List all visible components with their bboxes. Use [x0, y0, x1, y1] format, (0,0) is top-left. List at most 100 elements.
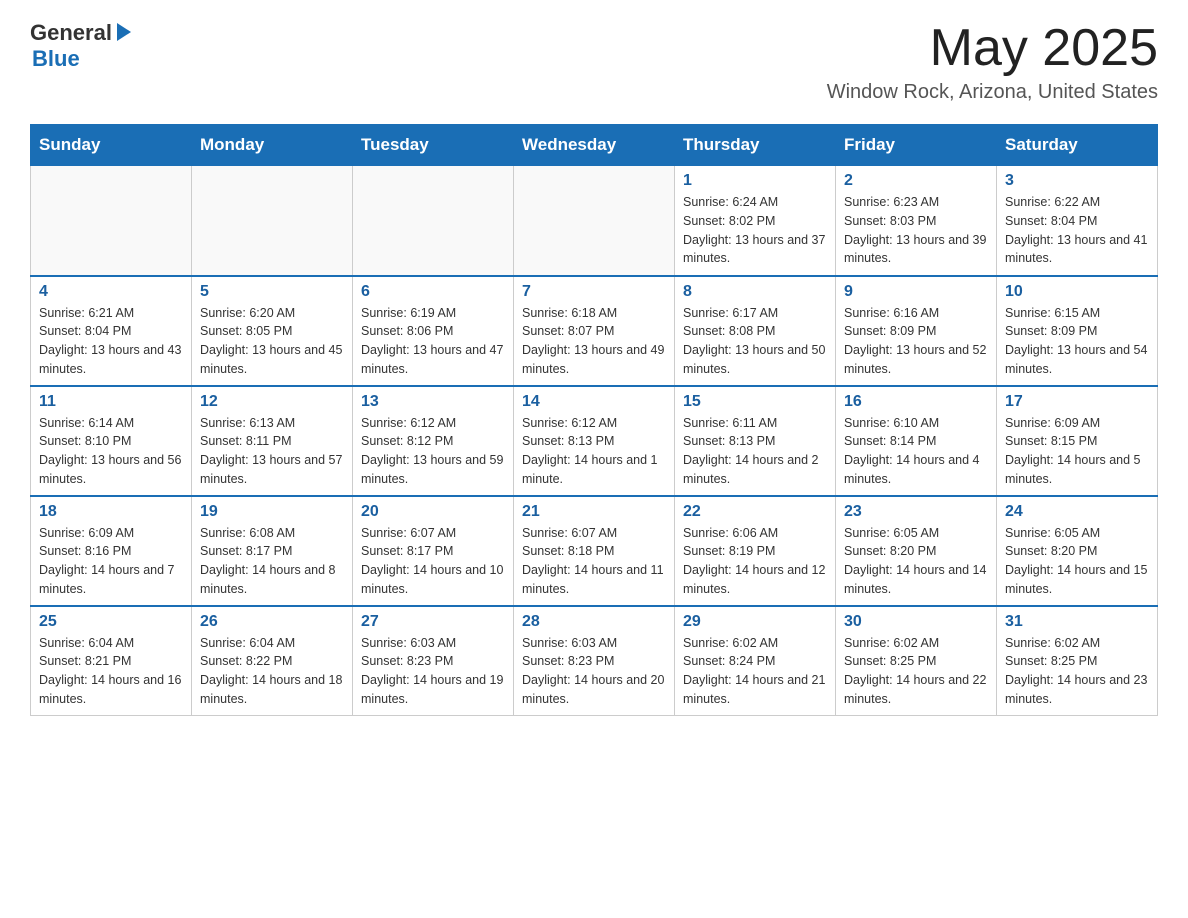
week-row-5: 25 Sunrise: 6:04 AMSunset: 8:21 PMDayligh…	[31, 606, 1158, 716]
calendar-cell: 18 Sunrise: 6:09 AMSunset: 8:16 PMDayligh…	[31, 496, 192, 606]
day-number: 16	[844, 393, 988, 411]
day-number: 6	[361, 283, 505, 301]
calendar-cell: 14 Sunrise: 6:12 AMSunset: 8:13 PMDayligh…	[514, 386, 675, 496]
day-info: Sunrise: 6:22 AMSunset: 8:04 PMDaylight:…	[1005, 193, 1149, 268]
day-info: Sunrise: 6:23 AMSunset: 8:03 PMDaylight:…	[844, 193, 988, 268]
day-info: Sunrise: 6:09 AMSunset: 8:15 PMDaylight:…	[1005, 414, 1149, 489]
weekday-header-row: SundayMondayTuesdayWednesdayThursdayFrid…	[31, 125, 1158, 166]
day-info: Sunrise: 6:04 AMSunset: 8:21 PMDaylight:…	[39, 634, 183, 709]
calendar-cell: 12 Sunrise: 6:13 AMSunset: 8:11 PMDayligh…	[192, 386, 353, 496]
calendar-subtitle: Window Rock, Arizona, United States	[827, 81, 1158, 104]
calendar-cell: 15Sunrise: 6:11 AMSunset: 8:13 PMDayligh…	[675, 386, 836, 496]
day-number: 12	[200, 393, 344, 411]
day-info: Sunrise: 6:07 AMSunset: 8:18 PMDaylight:…	[522, 524, 666, 599]
weekday-header-monday: Monday	[192, 125, 353, 166]
day-number: 5	[200, 283, 344, 301]
weekday-header-tuesday: Tuesday	[353, 125, 514, 166]
page-header: General Blue May 2025 Window Rock, Arizo…	[30, 20, 1158, 104]
calendar-cell	[192, 166, 353, 276]
day-info: Sunrise: 6:20 AMSunset: 8:05 PMDaylight:…	[200, 304, 344, 379]
day-number: 22	[683, 503, 827, 521]
day-number: 30	[844, 613, 988, 631]
week-row-4: 18 Sunrise: 6:09 AMSunset: 8:16 PMDayligh…	[31, 496, 1158, 606]
day-info: Sunrise: 6:09 AMSunset: 8:16 PMDaylight:…	[39, 524, 183, 599]
day-number: 24	[1005, 503, 1149, 521]
calendar-cell: 19 Sunrise: 6:08 AMSunset: 8:17 PMDayligh…	[192, 496, 353, 606]
calendar-cell: 11Sunrise: 6:14 AMSunset: 8:10 PMDayligh…	[31, 386, 192, 496]
title-section: May 2025 Window Rock, Arizona, United St…	[827, 20, 1158, 104]
day-number: 21	[522, 503, 666, 521]
day-info: Sunrise: 6:02 AMSunset: 8:25 PMDaylight:…	[1005, 634, 1149, 709]
day-info: Sunrise: 6:17 AMSunset: 8:08 PMDaylight:…	[683, 304, 827, 379]
day-number: 18	[39, 503, 183, 521]
day-number: 28	[522, 613, 666, 631]
calendar-cell: 27 Sunrise: 6:03 AMSunset: 8:23 PMDayligh…	[353, 606, 514, 716]
day-number: 3	[1005, 172, 1149, 190]
day-number: 7	[522, 283, 666, 301]
calendar-cell: 10Sunrise: 6:15 AMSunset: 8:09 PMDayligh…	[997, 276, 1158, 386]
day-number: 19	[200, 503, 344, 521]
day-number: 25	[39, 613, 183, 631]
calendar-cell: 3 Sunrise: 6:22 AMSunset: 8:04 PMDaylight…	[997, 166, 1158, 276]
calendar-cell	[514, 166, 675, 276]
day-info: Sunrise: 6:24 AMSunset: 8:02 PMDaylight:…	[683, 193, 827, 268]
day-info: Sunrise: 6:13 AMSunset: 8:11 PMDaylight:…	[200, 414, 344, 489]
calendar-cell: 8 Sunrise: 6:17 AMSunset: 8:08 PMDaylight…	[675, 276, 836, 386]
calendar-cell: 25 Sunrise: 6:04 AMSunset: 8:21 PMDayligh…	[31, 606, 192, 716]
calendar-cell: 13 Sunrise: 6:12 AMSunset: 8:12 PMDayligh…	[353, 386, 514, 496]
day-number: 31	[1005, 613, 1149, 631]
weekday-header-saturday: Saturday	[997, 125, 1158, 166]
calendar-cell: 28Sunrise: 6:03 AMSunset: 8:23 PMDayligh…	[514, 606, 675, 716]
weekday-header-thursday: Thursday	[675, 125, 836, 166]
calendar-cell: 1Sunrise: 6:24 AMSunset: 8:02 PMDaylight…	[675, 166, 836, 276]
day-number: 8	[683, 283, 827, 301]
calendar-cell	[353, 166, 514, 276]
calendar-cell: 22Sunrise: 6:06 AMSunset: 8:19 PMDayligh…	[675, 496, 836, 606]
weekday-header-friday: Friday	[836, 125, 997, 166]
day-info: Sunrise: 6:10 AMSunset: 8:14 PMDaylight:…	[844, 414, 988, 489]
calendar-cell: 7Sunrise: 6:18 AMSunset: 8:07 PMDaylight…	[514, 276, 675, 386]
day-number: 4	[39, 283, 183, 301]
day-info: Sunrise: 6:05 AMSunset: 8:20 PMDaylight:…	[1005, 524, 1149, 599]
calendar-cell: 17Sunrise: 6:09 AMSunset: 8:15 PMDayligh…	[997, 386, 1158, 496]
day-number: 26	[200, 613, 344, 631]
day-info: Sunrise: 6:16 AMSunset: 8:09 PMDaylight:…	[844, 304, 988, 379]
day-info: Sunrise: 6:12 AMSunset: 8:13 PMDaylight:…	[522, 414, 666, 489]
day-info: Sunrise: 6:12 AMSunset: 8:12 PMDaylight:…	[361, 414, 505, 489]
day-number: 23	[844, 503, 988, 521]
calendar-cell: 6 Sunrise: 6:19 AMSunset: 8:06 PMDaylight…	[353, 276, 514, 386]
calendar-cell: 30Sunrise: 6:02 AMSunset: 8:25 PMDayligh…	[836, 606, 997, 716]
logo: General Blue	[30, 20, 135, 72]
week-row-3: 11Sunrise: 6:14 AMSunset: 8:10 PMDayligh…	[31, 386, 1158, 496]
day-number: 2	[844, 172, 988, 190]
calendar-cell: 4 Sunrise: 6:21 AMSunset: 8:04 PMDaylight…	[31, 276, 192, 386]
day-info: Sunrise: 6:03 AMSunset: 8:23 PMDaylight:…	[361, 634, 505, 709]
calendar-cell: 20Sunrise: 6:07 AMSunset: 8:17 PMDayligh…	[353, 496, 514, 606]
day-info: Sunrise: 6:21 AMSunset: 8:04 PMDaylight:…	[39, 304, 183, 379]
day-info: Sunrise: 6:02 AMSunset: 8:24 PMDaylight:…	[683, 634, 827, 709]
calendar-cell: 24 Sunrise: 6:05 AMSunset: 8:20 PMDayligh…	[997, 496, 1158, 606]
logo-blue: Blue	[32, 46, 80, 72]
logo-arrow-icon	[113, 21, 135, 43]
calendar-cell: 21 Sunrise: 6:07 AMSunset: 8:18 PMDayligh…	[514, 496, 675, 606]
calendar-cell: 26 Sunrise: 6:04 AMSunset: 8:22 PMDayligh…	[192, 606, 353, 716]
day-number: 27	[361, 613, 505, 631]
calendar-cell: 9Sunrise: 6:16 AMSunset: 8:09 PMDaylight…	[836, 276, 997, 386]
day-number: 29	[683, 613, 827, 631]
day-number: 11	[39, 393, 183, 411]
day-number: 10	[1005, 283, 1149, 301]
day-info: Sunrise: 6:04 AMSunset: 8:22 PMDaylight:…	[200, 634, 344, 709]
calendar-title: May 2025	[827, 20, 1158, 77]
calendar-table: SundayMondayTuesdayWednesdayThursdayFrid…	[30, 124, 1158, 716]
day-number: 13	[361, 393, 505, 411]
calendar-cell: 29 Sunrise: 6:02 AMSunset: 8:24 PMDayligh…	[675, 606, 836, 716]
calendar-cell: 23Sunrise: 6:05 AMSunset: 8:20 PMDayligh…	[836, 496, 997, 606]
day-info: Sunrise: 6:08 AMSunset: 8:17 PMDaylight:…	[200, 524, 344, 599]
day-info: Sunrise: 6:07 AMSunset: 8:17 PMDaylight:…	[361, 524, 505, 599]
weekday-header-wednesday: Wednesday	[514, 125, 675, 166]
week-row-1: 1Sunrise: 6:24 AMSunset: 8:02 PMDaylight…	[31, 166, 1158, 276]
calendar-cell	[31, 166, 192, 276]
calendar-cell: 31 Sunrise: 6:02 AMSunset: 8:25 PMDayligh…	[997, 606, 1158, 716]
day-number: 14	[522, 393, 666, 411]
day-info: Sunrise: 6:19 AMSunset: 8:06 PMDaylight:…	[361, 304, 505, 379]
